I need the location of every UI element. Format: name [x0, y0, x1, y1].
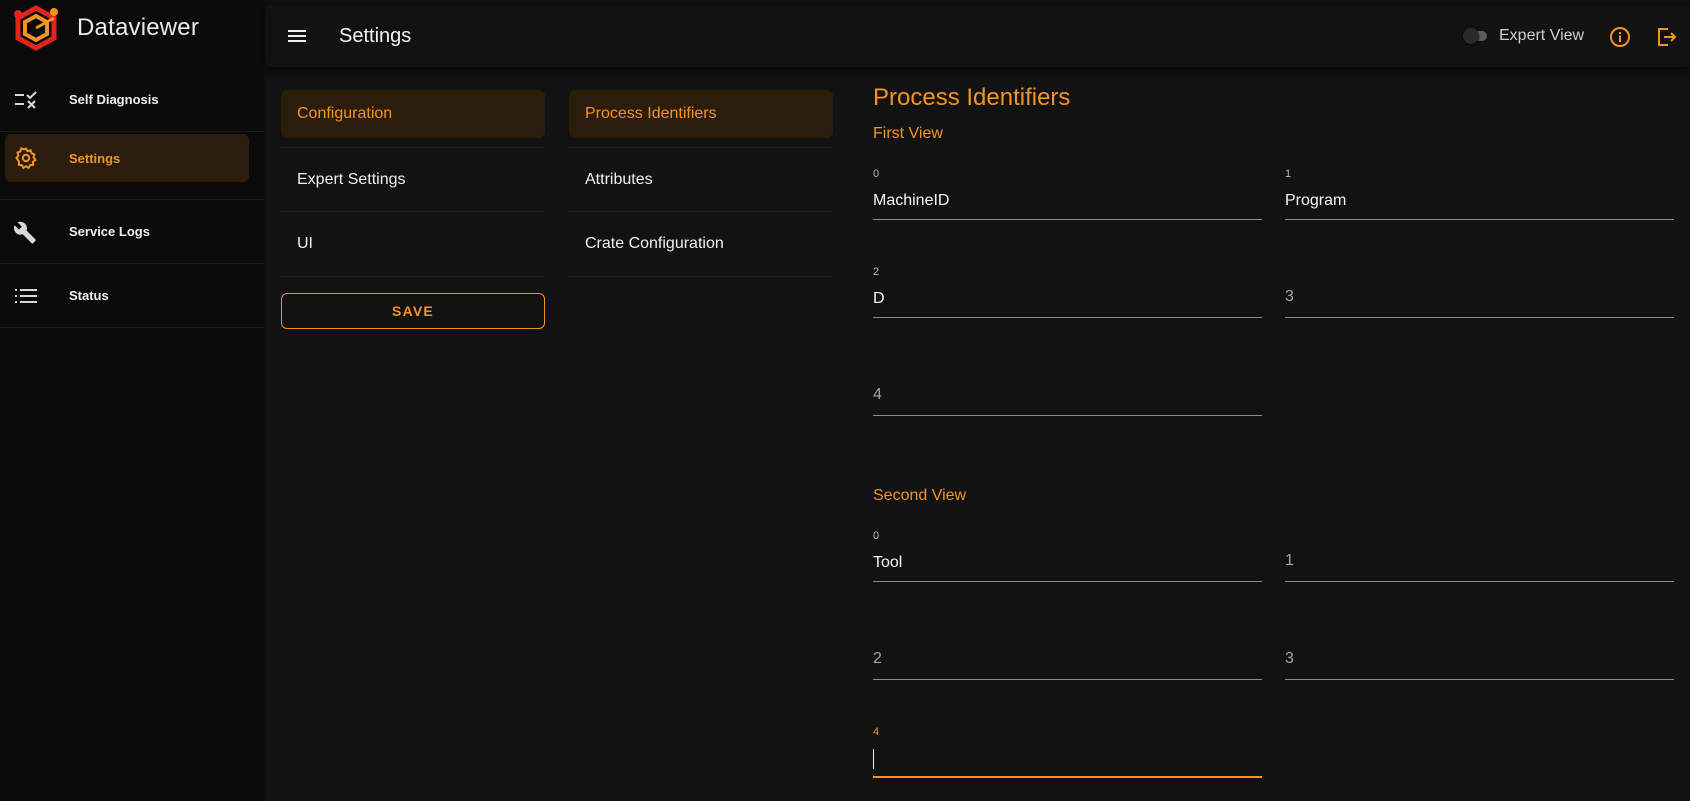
field-placeholder: 3 — [1285, 650, 1294, 667]
top-app-bar: Settings Expert View — [265, 5, 1690, 67]
sidebar-item-label: Self Diagnosis — [69, 92, 159, 107]
list-icon — [14, 284, 38, 308]
first-view-field-0[interactable]: 0 MachineID — [873, 164, 1262, 220]
second-view-field-0[interactable]: 0 Tool — [873, 526, 1262, 582]
second-view-field-4[interactable]: 4 — [873, 722, 1262, 778]
field-placeholder: 3 — [1285, 288, 1294, 305]
form-title: Process Identifiers — [873, 84, 1071, 111]
field-value: Program — [1285, 192, 1347, 209]
hamburger-menu-icon[interactable] — [285, 24, 309, 48]
main-content: Configuration Expert Settings UI SAVE Pr… — [265, 76, 1690, 801]
first-view-field-3[interactable]: 3 — [1285, 262, 1674, 318]
expert-view-toggle[interactable] — [1463, 28, 1489, 44]
dataviewer-logo-icon — [14, 5, 58, 51]
sidebar-item-settings-wrapper: Settings — [0, 134, 264, 200]
sidebar-item-self-diagnosis[interactable]: Self Diagnosis — [0, 68, 264, 132]
field-label: 0 — [873, 168, 880, 180]
menu-item-expert-settings[interactable]: Expert Settings — [281, 147, 545, 212]
sidebar-item-settings[interactable]: Settings — [5, 134, 249, 182]
first-view-field-2[interactable]: 2 D — [873, 262, 1262, 318]
sidebar-item-label: Settings — [69, 150, 121, 166]
field-label: 2 — [873, 266, 880, 278]
field-placeholder: 4 — [873, 386, 882, 403]
second-view-field-2[interactable]: 2 — [873, 624, 1262, 680]
save-button[interactable]: SAVE — [281, 293, 545, 329]
first-view-field-1[interactable]: 1 Program — [1285, 164, 1674, 220]
field-value: MachineID — [873, 192, 950, 209]
second-view-field-1[interactable]: 1 — [1285, 526, 1674, 582]
text-caret — [873, 749, 874, 769]
sidebar-item-status[interactable]: Status — [0, 264, 264, 328]
app-name: Dataviewer — [77, 14, 200, 41]
gear-icon — [14, 146, 38, 170]
menu-item-configuration[interactable]: Configuration — [281, 90, 545, 138]
menu-item-attributes[interactable]: Attributes — [569, 147, 833, 212]
field-label: 0 — [873, 530, 880, 542]
second-view-field-3[interactable]: 3 — [1285, 624, 1674, 680]
configuration-menu: Process Identifiers Attributes Crate Con… — [569, 90, 833, 277]
sidebar-item-service-logs[interactable]: Service Logs — [0, 200, 264, 264]
sidebar-item-label: Status — [69, 288, 109, 303]
field-placeholder: 1 — [1285, 552, 1294, 569]
settings-menu: Configuration Expert Settings UI SAVE — [281, 90, 545, 329]
first-view-field-4[interactable]: 4 — [873, 360, 1262, 416]
field-value: D — [873, 290, 885, 307]
field-placeholder: 2 — [873, 650, 882, 667]
page-title: Settings — [339, 25, 412, 47]
section-title-second-view: Second View — [873, 487, 967, 504]
menu-item-process-identifiers[interactable]: Process Identifiers — [569, 90, 833, 138]
menu-item-ui[interactable]: UI — [281, 212, 545, 277]
sidebar: Dataviewer Self Diagnosis Settings Servi… — [0, 0, 264, 801]
wrench-icon — [14, 220, 38, 244]
field-value: Tool — [873, 554, 903, 571]
logout-icon[interactable] — [1654, 25, 1678, 49]
sidebar-item-label: Service Logs — [69, 224, 150, 239]
info-icon[interactable] — [1608, 25, 1632, 49]
checklist-x-icon — [14, 88, 38, 112]
section-title-first-view: First View — [873, 125, 943, 142]
sidebar-nav: Self Diagnosis Settings Service Logs Sta… — [0, 68, 264, 328]
toggle-thumb — [1463, 28, 1479, 44]
brand: Dataviewer — [10, 4, 199, 52]
field-label: 4 — [873, 726, 880, 738]
field-label: 1 — [1285, 168, 1292, 180]
menu-item-crate-configuration[interactable]: Crate Configuration — [569, 212, 833, 277]
expert-view-label: Expert View — [1499, 27, 1585, 44]
